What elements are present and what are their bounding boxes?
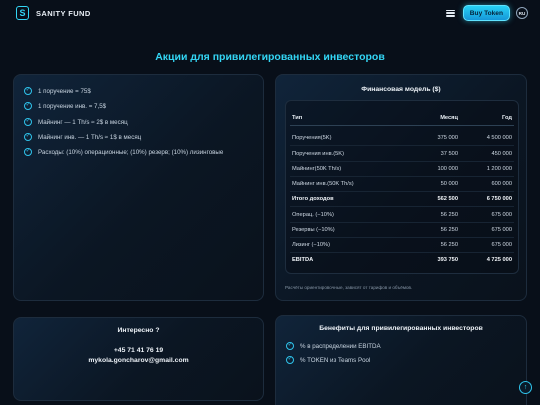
facts-card: ✓ 1 поручение = 75$ ✓ 1 поручение инв. =… [13, 74, 264, 301]
table-header-row: Тип Месяц Год [286, 111, 518, 126]
contact-card: Интересно ? +45 71 41 76 19 mykola.gonch… [13, 317, 264, 401]
buy-token-button[interactable]: Buy Token [462, 5, 510, 21]
year-value: 450 000 [491, 151, 512, 157]
financial-model-card: Финансовая модель ($) Тип Месяц Год Пору… [275, 74, 527, 301]
row-label: Резервы (−10%) [292, 227, 335, 233]
row-label: EBITDA [292, 257, 314, 263]
column-header-month: Месяц [440, 115, 458, 121]
month-value: 393 750 [437, 257, 458, 263]
contact-email[interactable]: mykola.goncharov@gmail.com [14, 357, 263, 364]
month-value: 562 500 [437, 196, 458, 202]
year-value: 600 000 [491, 181, 512, 187]
check-circle-icon: ✓ [286, 342, 294, 350]
fact-text: 1 поручение инв. = 7,5$ [38, 102, 107, 110]
month-value: 50 000 [440, 181, 458, 187]
row-label: Майнинг инв.(50K Th/s) [292, 181, 354, 187]
benefit-text: % в распределении EBITDA [300, 342, 381, 350]
logo-icon[interactable]: S [16, 6, 29, 20]
table-row: Поручения(5K) 375 000 4 500 000 [286, 131, 518, 146]
fact-item: ✓ Майнинг инв. — 1 Th/s ≈ 1$ в месяц [24, 133, 141, 141]
model-title: Финансовая модель ($) [361, 86, 441, 93]
fact-text: Майнинг — 1 Th/s ≈ 2$ в месяц [38, 118, 128, 126]
check-circle-icon: ✓ [286, 356, 294, 364]
year-value: 4 725 000 [486, 257, 512, 263]
logo-letter: S [19, 7, 26, 18]
table-row-ebitda: EBITDA 393 750 4 725 000 [286, 253, 518, 268]
brand-name[interactable]: SANITY FUND [36, 9, 91, 18]
month-value: 56 250 [440, 242, 458, 248]
column-header-year: Год [502, 115, 512, 121]
month-value: 100 000 [437, 166, 458, 172]
benefits-card: Бенефиты для привилегированных инвесторо… [275, 315, 527, 405]
table-row: Лизинг (−10%) 56 250 675 000 [286, 238, 518, 253]
row-label: Операц. (−10%) [292, 212, 334, 218]
financial-table: Тип Месяц Год Поручения(5K) 375 000 4 50… [285, 100, 519, 274]
fact-text: 1 поручение = 75$ [38, 87, 91, 95]
row-label: Поручения инв.(5K) [292, 151, 344, 157]
table-row: Поручения инв.(5K) 37 500 450 000 [286, 147, 518, 162]
column-header-type: Тип [292, 115, 303, 121]
year-value: 675 000 [491, 242, 512, 248]
contact-title: Интересно ? [117, 327, 160, 334]
language-switch[interactable]: RU [516, 7, 528, 19]
row-label: Лизинг (−10%) [292, 242, 330, 248]
model-note: Расчёты ориентировочные, зависят от тари… [285, 285, 413, 290]
benefits-title: Бенефиты для привилегированных инвесторо… [319, 325, 483, 332]
year-value: 675 000 [491, 227, 512, 233]
year-value: 4 500 000 [486, 135, 512, 141]
year-value: 1 200 000 [486, 166, 512, 172]
page-title: Акции для привилегированных инвесторов [155, 51, 385, 63]
row-label: Майнинг(50K Th/s) [292, 166, 342, 172]
table-row: Резервы (−10%) 56 250 675 000 [286, 223, 518, 238]
year-value: 675 000 [491, 212, 512, 218]
row-label: Поручения(5K) [292, 135, 332, 141]
fact-item: ✓ 1 поручение инв. = 7,5$ [24, 102, 106, 110]
check-circle-icon: ✓ [24, 118, 32, 126]
benefit-text: % TOKEN из Teams Pool [300, 356, 371, 364]
month-value: 56 250 [440, 212, 458, 218]
table-row: Майнинг инв.(50K Th/s) 50 000 600 000 [286, 177, 518, 192]
fact-item: ✓ Расходы: (10%) операционные; (10%) рез… [24, 148, 223, 156]
benefit-item: ✓ % в распределении EBITDA [286, 342, 381, 350]
table-row-total: Итого доходов 562 500 6 750 000 [286, 192, 518, 207]
arrow-up-icon[interactable]: ↑ [519, 381, 532, 394]
row-label: Итого доходов [292, 196, 334, 202]
check-circle-icon: ✓ [24, 87, 32, 95]
check-circle-icon: ✓ [24, 133, 32, 141]
header-actions: Buy Token RU [445, 5, 528, 21]
fact-text: Расходы: (10%) операционные; (10%) резер… [38, 148, 224, 156]
fact-item: ✓ 1 поручение = 75$ [24, 87, 91, 95]
contact-phone[interactable]: +45 71 41 76 19 [14, 347, 263, 354]
year-value: 6 750 000 [486, 196, 512, 202]
month-value: 375 000 [437, 135, 458, 141]
month-value: 37 500 [440, 151, 458, 157]
fact-item: ✓ Майнинг — 1 Th/s ≈ 2$ в месяц [24, 118, 128, 126]
site-header: S SANITY FUND Buy Token RU [0, 0, 540, 26]
menu-icon[interactable] [445, 9, 455, 17]
month-value: 56 250 [440, 227, 458, 233]
benefit-item: ✓ % TOKEN из Teams Pool [286, 356, 370, 364]
check-circle-icon: ✓ [24, 102, 32, 110]
fact-text: Майнинг инв. — 1 Th/s ≈ 1$ в месяц [38, 133, 142, 141]
table-row: Майнинг(50K Th/s) 100 000 1 200 000 [286, 162, 518, 177]
table-row: Операц. (−10%) 56 250 675 000 [286, 208, 518, 223]
check-circle-icon: ✓ [24, 148, 32, 156]
